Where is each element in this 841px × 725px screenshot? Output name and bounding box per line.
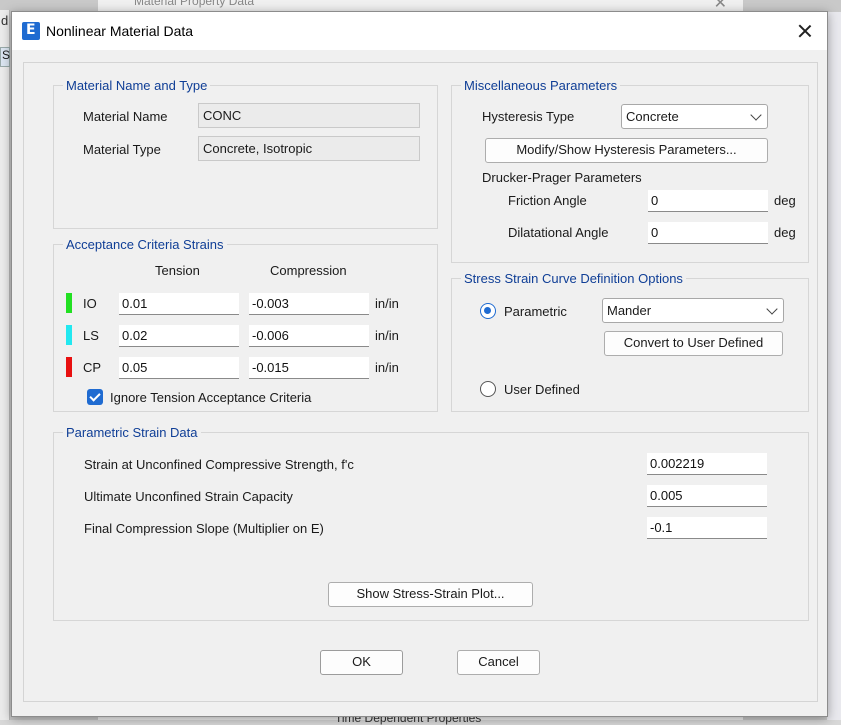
dilatational-angle-unit: deg xyxy=(774,225,796,240)
parametric-strain-data-group: Parametric Strain Data Strain at Unconfi… xyxy=(53,425,809,621)
material-type-field: Concrete, Isotropic xyxy=(198,136,420,161)
io-tension-input[interactable]: 0.01 xyxy=(119,293,239,315)
dilatational-angle-input[interactable]: 0 xyxy=(648,222,768,244)
ls-unit-label: in/in xyxy=(375,328,399,343)
ls-label: LS xyxy=(83,328,99,343)
ok-button[interactable]: OK xyxy=(320,650,403,675)
material-group-title: Material Name and Type xyxy=(63,78,211,94)
user-defined-radio[interactable] xyxy=(480,381,496,397)
dialog-content: Material Name and Type Material Name CON… xyxy=(23,62,818,702)
parametric-strain-group-title: Parametric Strain Data xyxy=(63,425,201,441)
ultimate-strain-input[interactable]: 0.005 xyxy=(647,485,767,507)
nonlinear-material-dialog: Nonlinear Material Data Material Name an… xyxy=(11,11,828,717)
friction-angle-unit: deg xyxy=(774,193,796,208)
background-window-title: Material Property Data xyxy=(134,0,255,8)
dialog-titlebar[interactable]: Nonlinear Material Data xyxy=(12,12,827,50)
friction-angle-input[interactable]: 0 xyxy=(648,190,768,212)
ultimate-strain-label: Ultimate Unconfined Strain Capacity xyxy=(84,489,293,504)
material-name-field: CONC xyxy=(198,103,420,128)
background-right-strip xyxy=(827,12,841,720)
user-defined-label[interactable]: User Defined xyxy=(504,382,580,397)
acceptance-group-title: Acceptance Criteria Strains xyxy=(63,237,227,253)
cancel-button[interactable]: Cancel xyxy=(457,650,540,675)
io-label: IO xyxy=(83,296,97,311)
background-left-strip xyxy=(0,10,10,720)
background-left-tab[interactable]: S xyxy=(0,47,10,67)
hysteresis-type-dropdown[interactable]: Concrete xyxy=(621,104,768,129)
cp-tension-input[interactable]: 0.05 xyxy=(119,357,239,379)
cp-compression-input[interactable]: -0.015 xyxy=(249,357,369,379)
strain-fc-input[interactable]: 0.002219 xyxy=(647,453,767,475)
ls-compression-input[interactable]: -0.006 xyxy=(249,325,369,347)
dilatational-angle-label: Dilatational Angle xyxy=(508,225,609,240)
material-name-type-group: Material Name and Type Material Name CON… xyxy=(53,78,438,229)
cp-label: CP xyxy=(83,360,102,375)
drucker-prager-label: Drucker-Prager Parameters xyxy=(482,170,642,185)
compression-slope-input[interactable]: -0.1 xyxy=(647,517,767,539)
parametric-radio[interactable] xyxy=(480,303,496,319)
etabs-app-icon xyxy=(22,22,40,40)
compression-slope-label: Final Compression Slope (Multiplier on E… xyxy=(84,521,324,536)
acceptance-criteria-group: Acceptance Criteria Strains Tension Comp… xyxy=(53,237,438,412)
ls-color-swatch xyxy=(66,325,72,345)
tension-column-header: Tension xyxy=(155,263,200,278)
parametric-model-value: Mander xyxy=(607,303,652,318)
strain-fc-label: Strain at Unconfined Compressive Strengt… xyxy=(84,457,354,472)
chevron-down-icon xyxy=(750,109,762,121)
dialog-title: Nonlinear Material Data xyxy=(46,23,194,39)
hysteresis-type-label: Hysteresis Type xyxy=(482,109,575,124)
misc-group-title: Miscellaneous Parameters xyxy=(461,78,621,94)
background-left-text: d xyxy=(1,13,9,28)
io-unit-label: in/in xyxy=(375,296,399,311)
convert-user-defined-button[interactable]: Convert to User Defined xyxy=(604,331,783,356)
modify-hysteresis-button[interactable]: Modify/Show Hysteresis Parameters... xyxy=(485,138,768,163)
io-compression-input[interactable]: -0.003 xyxy=(249,293,369,315)
compression-column-header: Compression xyxy=(270,263,347,278)
friction-angle-label: Friction Angle xyxy=(508,193,587,208)
close-icon[interactable] xyxy=(783,12,827,50)
stress-strain-options-group: Stress Strain Curve Definition Options P… xyxy=(451,271,809,412)
chevron-down-icon xyxy=(766,303,778,315)
show-stress-strain-plot-button[interactable]: Show Stress-Strain Plot... xyxy=(328,582,533,607)
ignore-tension-label[interactable]: Ignore Tension Acceptance Criteria xyxy=(110,390,311,405)
ignore-tension-checkbox[interactable] xyxy=(87,389,103,405)
cp-color-swatch xyxy=(66,357,72,377)
hysteresis-type-value: Concrete xyxy=(626,109,679,124)
stress-strain-group-title: Stress Strain Curve Definition Options xyxy=(461,271,686,287)
material-name-label: Material Name xyxy=(83,109,168,124)
parametric-label[interactable]: Parametric xyxy=(504,304,567,319)
parametric-model-dropdown[interactable]: Mander xyxy=(602,298,784,323)
misc-parameters-group: Miscellaneous Parameters Hysteresis Type… xyxy=(451,78,809,263)
io-color-swatch xyxy=(66,293,72,313)
ls-tension-input[interactable]: 0.02 xyxy=(119,325,239,347)
material-type-label: Material Type xyxy=(83,142,161,157)
cp-unit-label: in/in xyxy=(375,360,399,375)
